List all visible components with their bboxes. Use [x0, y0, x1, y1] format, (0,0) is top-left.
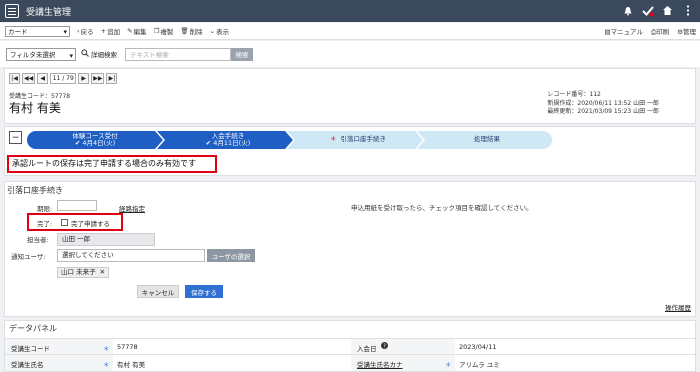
notify-user-tag: 山口 未来子 ✕	[57, 267, 110, 278]
created-info: 新規作成：2020/06/11 13:52 山田 一郎	[547, 99, 659, 107]
text-search-input[interactable]: テキスト検索	[125, 47, 231, 61]
data-panel: データパネル 受講生コード ＊ 57778 入会日 ? 2023/04/11 受…	[4, 320, 697, 372]
student-name: 有村 有美	[9, 101, 61, 115]
home-icon[interactable]	[661, 4, 674, 17]
advanced-search-button[interactable]: 詳細検索	[81, 49, 117, 59]
display-menu[interactable]: ⌄ 表示	[210, 26, 229, 36]
step-result[interactable]: 処理結果	[423, 131, 551, 149]
field-value: 57778	[117, 343, 138, 351]
view-select[interactable]: カード	[5, 25, 70, 37]
save-button[interactable]: 保存する	[185, 285, 223, 298]
route-link[interactable]: 経路指定	[119, 203, 145, 213]
record-meta: レコード番号：112 新規作成：2020/06/11 13:52 山田 一郎 最…	[547, 91, 659, 117]
prev-fast-button[interactable]: ◀◀	[22, 73, 36, 84]
step-debit-account[interactable]: ＊ 引落口座手続き	[293, 131, 423, 149]
assignee-label: 担当者:	[27, 236, 49, 244]
complete-highlight: 完了: 完了申請する	[27, 213, 123, 231]
complete-checkbox[interactable]	[61, 219, 68, 226]
plus-icon: +	[100, 27, 107, 35]
complete-checkbox-label: 完了申請する	[71, 220, 110, 228]
complete-label: 完了:	[37, 220, 53, 228]
delete-button[interactable]: 🗑 削除	[180, 26, 202, 36]
field-value: アリムラ ユミ	[459, 361, 500, 369]
edit-button[interactable]: ✎ 編集	[127, 26, 146, 36]
data-row: 受講生コード ＊ 57778 入会日 ? 2023/04/11	[5, 338, 697, 355]
required-mark: ＊	[445, 361, 452, 369]
required-mark: ＊	[103, 345, 110, 353]
last-record-button[interactable]: ▶|	[106, 73, 118, 84]
pencil-icon: ✎	[127, 27, 133, 35]
instruction-text: 申込用紙を受け取ったら、チェック項目を確認してください。	[351, 204, 533, 212]
record-count: 11 / 79	[50, 73, 77, 84]
hamburger-menu-icon[interactable]	[5, 4, 19, 18]
approval-route-alert: 承認ルートの保存は完了申請する場合のみ有効です	[7, 155, 217, 173]
field-label: 受講生氏名	[11, 361, 44, 369]
add-button[interactable]: + 追加	[101, 26, 120, 36]
first-record-button[interactable]: |◀	[9, 73, 20, 84]
record-header: |◀ ◀◀ ◀ 11 / 79 ▶ ▶▶ ▶| 受講生コード：57778 有村 …	[4, 68, 696, 124]
manual-link[interactable]: ▤マニュアル	[605, 26, 643, 37]
field-label: 入会日	[357, 345, 377, 353]
bell-icon[interactable]	[621, 4, 634, 17]
app-header: 受講生管理	[0, 0, 700, 22]
field-label: 受講生コード	[11, 345, 50, 353]
chevron-down-icon: ⌄	[209, 27, 216, 35]
search-button[interactable]: 検索	[231, 47, 253, 61]
process-steps: 体験コース受付 ✔ 4月4日(火) 入会手続き ✔ 4月11日(火) ＊ 引落口…	[27, 131, 552, 149]
more-options-icon[interactable]	[681, 4, 694, 17]
data-panel-title: データパネル	[9, 324, 57, 333]
required-mark: ＊	[103, 361, 110, 369]
form-title: 引落口座手続き	[7, 186, 63, 195]
user-select-button[interactable]: ユーザの選択	[207, 249, 255, 262]
prev-record-button[interactable]: ◀	[37, 73, 49, 84]
search-icon	[81, 49, 89, 59]
filter-bar: フィルタ未選択 詳細検索 テキスト検索 検索	[0, 41, 700, 67]
next-fast-button[interactable]: ▶▶	[91, 73, 105, 84]
record-toolbar: カード ‹戻る +追加 ✎編集 ❐複製 🗑削除 ⌄表示 ▤マニュアル ⎙印刷 ⚙…	[0, 23, 700, 40]
next-record-button[interactable]: ▶	[78, 73, 90, 84]
record-number: レコード番号：112	[547, 91, 601, 98]
copy-button[interactable]: ❐ 複製	[154, 26, 174, 36]
deadline-label: 期限:	[37, 205, 53, 213]
app-title: 受講生管理	[26, 7, 72, 18]
deadline-input[interactable]	[57, 200, 97, 211]
collapse-icon[interactable]: −	[9, 131, 22, 144]
print-link[interactable]: ⎙印刷	[651, 26, 669, 37]
svg-text:?: ?	[383, 344, 386, 349]
assignee-field: 山田 一郎	[57, 233, 155, 246]
process-panel: − 体験コース受付 ✔ 4月4日(火) 入会手続き ✔ 4月11日(火) ＊ 引…	[4, 126, 696, 176]
chevron-left-icon: ‹	[77, 27, 80, 35]
copy-icon: ❐	[153, 27, 160, 35]
notify-user-select[interactable]: 選択してください	[57, 249, 205, 262]
step-enrollment[interactable]: 入会手続き ✔ 4月11日(火)	[163, 131, 293, 149]
remove-tag-icon[interactable]: ✕	[100, 268, 105, 277]
data-row: 受講生氏名 ＊ 有村 有美 受講生氏名カナ ＊ アリムラ ユミ	[5, 354, 697, 371]
updated-info: 最終更新：2021/03/09 15:23 山田 一郎	[547, 108, 659, 115]
notify-user-label: 通知ユーザ:	[11, 253, 46, 261]
operation-history-link[interactable]: 操作履歴	[665, 302, 691, 312]
trash-icon: 🗑	[180, 27, 189, 35]
admin-link[interactable]: ⚙管理	[677, 26, 696, 37]
filter-select[interactable]: フィルタ未選択	[6, 47, 76, 62]
field-label-link[interactable]: 受講生氏名カナ	[357, 359, 403, 369]
back-button[interactable]: ‹ 戻る	[77, 26, 94, 36]
process-form: 引落口座手続き 期限: 経路指定 申込用紙を受け取ったら、チェック項目を確認して…	[4, 181, 696, 317]
step-trial-course[interactable]: 体験コース受付 ✔ 4月4日(火)	[27, 131, 163, 149]
cancel-button[interactable]: キャンセル	[137, 285, 179, 298]
record-pager: |◀ ◀◀ ◀ 11 / 79 ▶ ▶▶ ▶|	[9, 73, 118, 84]
help-icon[interactable]: ?	[381, 342, 388, 351]
field-value: 2023/04/11	[459, 343, 497, 351]
field-value: 有村 有美	[117, 361, 146, 369]
checkmark-notification-icon[interactable]	[641, 4, 654, 17]
